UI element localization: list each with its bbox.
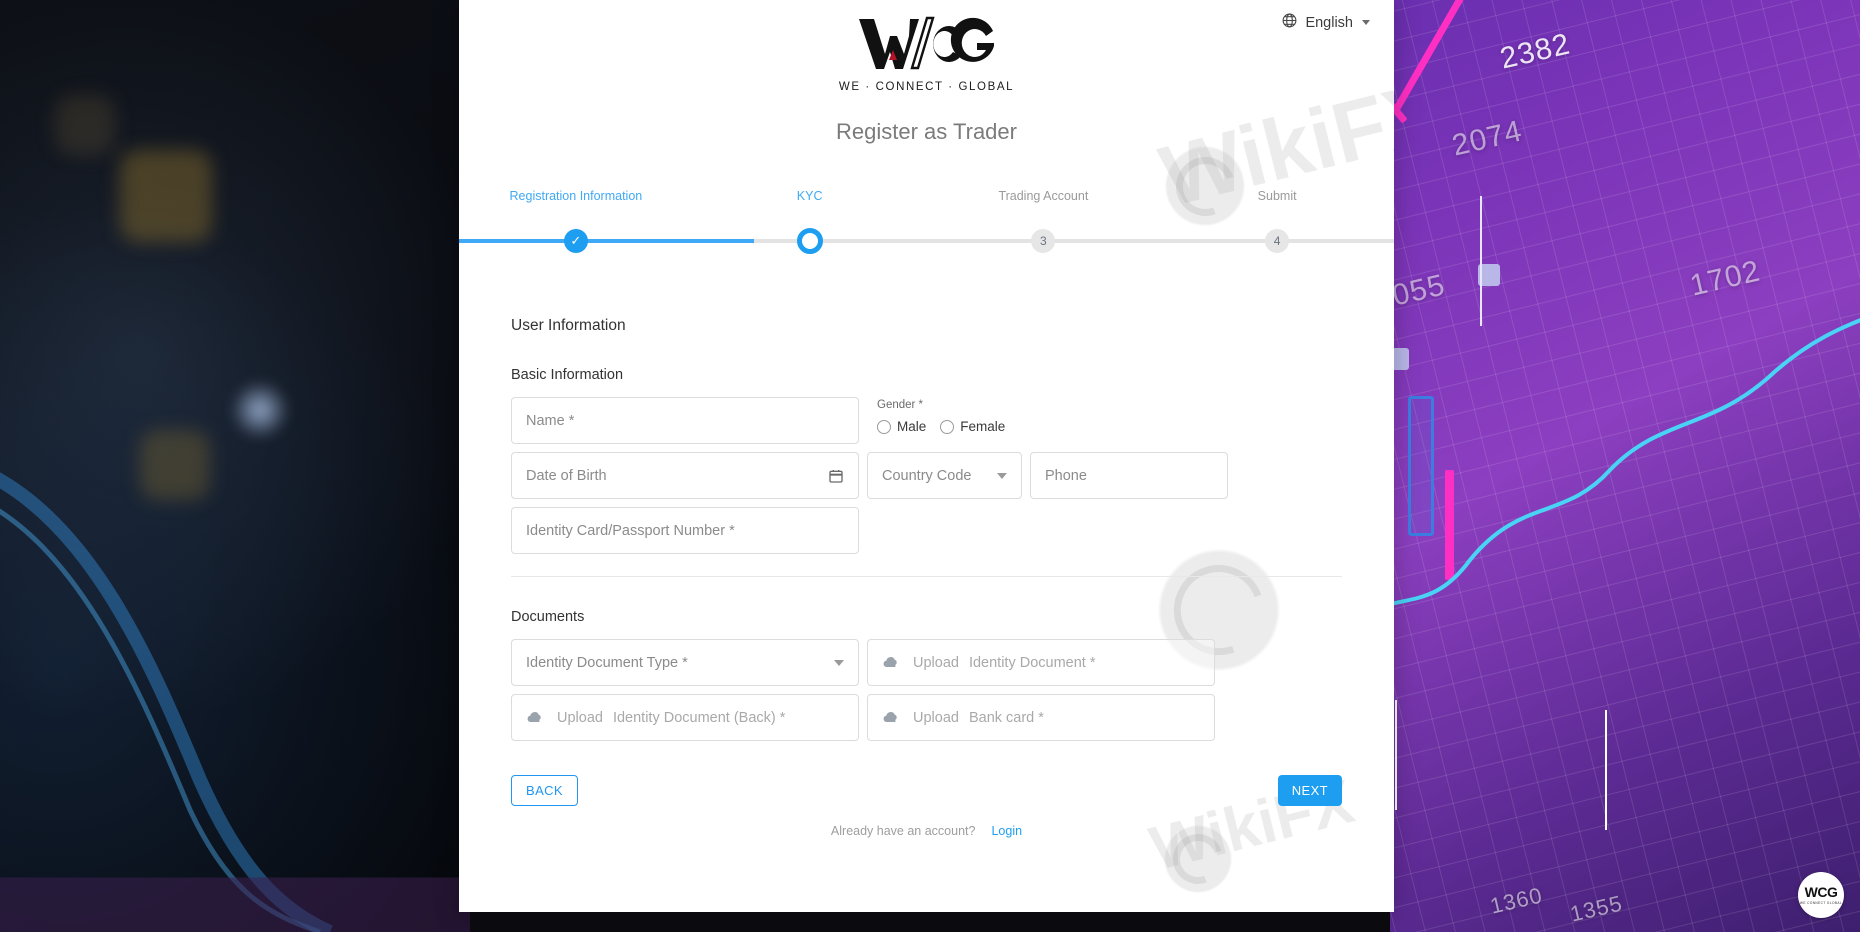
cloud-upload-icon: [882, 654, 899, 671]
brand-tagline: WE · CONNECT · GLOBAL: [838, 81, 1015, 93]
background-left-photo: [0, 0, 470, 932]
globe-icon: [1281, 12, 1298, 33]
page-title: Register as Trader: [836, 119, 1017, 144]
kyc-form: User Information Basic Information Name …: [459, 317, 1394, 806]
stepper-step-trading-account[interactable]: Trading Account 3: [927, 189, 1161, 259]
upload-bank-card[interactable]: Upload Bank card *: [867, 694, 1215, 741]
form-actions: BACK NEXT: [511, 775, 1342, 806]
gender-option-label: Male: [897, 419, 927, 434]
stepper-step-registration-information[interactable]: Registration Information ✓: [459, 189, 693, 259]
identity-number-input[interactable]: Identity Card/Passport Number *: [511, 507, 859, 554]
cloud-upload-icon: [882, 709, 899, 726]
form-row-dob-phone: Date of Birth Country Code Phone: [511, 452, 1342, 499]
next-button[interactable]: NEXT: [1277, 775, 1342, 806]
upload-word: Upload: [557, 709, 603, 726]
registration-stepper: Registration Information ✓ KYC Trading A…: [459, 189, 1394, 259]
gender-option-male[interactable]: Male: [877, 419, 926, 434]
section-title-user-information: User Information: [511, 317, 626, 334]
wcg-logo-mark: [857, 16, 997, 72]
country-code-placeholder: Country Code: [882, 467, 972, 484]
section-divider: [511, 576, 1342, 577]
chevron-down-icon: [834, 659, 844, 666]
chart-trend-line: [1390, 318, 1860, 607]
identity-document-type-select[interactable]: Identity Document Type *: [511, 639, 859, 686]
name-input[interactable]: Name *: [511, 397, 859, 444]
back-button[interactable]: BACK: [511, 775, 579, 806]
form-row-name-gender: Name * Gender * Male Female: [511, 397, 1342, 444]
login-link[interactable]: Login: [991, 824, 1022, 838]
section-title-documents: Documents: [511, 609, 585, 625]
background-right-chart: 2382 2074 1055 1702 1281 1101 1862 43 13…: [1390, 0, 1860, 932]
stepper-step-marker: [796, 228, 823, 254]
date-of-birth-input[interactable]: Date of Birth: [511, 452, 859, 499]
stepper-step-marker: 3: [1031, 229, 1056, 253]
stepper-step-label: Trading Account: [998, 189, 1089, 203]
stepper-step-label: KYC: [796, 189, 823, 203]
radio-icon[interactable]: [940, 419, 955, 434]
stepper-step-kyc[interactable]: KYC: [693, 189, 927, 259]
upload-word: Upload: [913, 654, 959, 671]
identity-document-type-placeholder: Identity Document Type *: [526, 654, 688, 671]
upload-identity-document-back[interactable]: Upload Identity Document (Back) *: [511, 694, 859, 741]
language-selector[interactable]: English: [1281, 12, 1370, 33]
brand-logo: WE · CONNECT · GLOBAL: [459, 0, 1394, 93]
upload-identity-document[interactable]: Upload Identity Document *: [867, 639, 1215, 686]
stepper-step-marker: 4: [1265, 229, 1290, 253]
footer-login-prompt: Already have an account? Login: [459, 824, 1394, 838]
gender-field: Gender * Male Female: [867, 397, 1005, 434]
stepper-step-submit[interactable]: Submit 4: [1160, 189, 1394, 259]
footer-prompt-text: Already have an account?: [830, 824, 976, 838]
background-left-curve: [0, 472, 470, 932]
wcg-floating-badge[interactable]: WCG WE CONNECT GLOBAL: [1798, 872, 1844, 918]
stepper-step-marker: ✓: [563, 229, 588, 253]
wcg-logo-icon: [858, 16, 994, 70]
chevron-down-icon: [1362, 20, 1370, 25]
calendar-icon[interactable]: [828, 468, 844, 484]
upload-identity-back-label: Identity Document (Back) *: [612, 709, 786, 726]
phone-input[interactable]: Phone: [1030, 452, 1228, 499]
gender-option-female[interactable]: Female: [940, 419, 1005, 434]
cloud-upload-icon: [526, 709, 543, 726]
section-title-basic-information: Basic Information: [511, 367, 624, 383]
wcg-badge-sub: WE CONNECT GLOBAL: [1799, 901, 1843, 905]
form-row-identity-back-bank: Upload Identity Document (Back) * Upload…: [511, 694, 1342, 741]
country-code-select[interactable]: Country Code: [867, 452, 1022, 499]
form-row-id-number: Identity Card/Passport Number *: [511, 507, 1342, 554]
stepper-step-label: Registration Information: [509, 189, 643, 203]
wcg-badge-text: WCG: [1804, 884, 1838, 900]
stepper-step-label: Submit: [1257, 189, 1297, 203]
gender-label: Gender *: [877, 399, 924, 411]
upload-bank-card-label: Bank card *: [968, 709, 1044, 726]
gender-option-label: Female: [960, 419, 1006, 434]
radio-icon[interactable]: [877, 419, 891, 434]
form-row-doc-type-identity: Identity Document Type * Upload Identity…: [511, 639, 1342, 686]
upload-identity-label: Identity Document *: [968, 654, 1096, 671]
upload-word: Upload: [913, 709, 959, 726]
chevron-down-icon: [997, 472, 1007, 479]
date-of-birth-placeholder: Date of Birth: [526, 467, 607, 484]
language-label: English: [1305, 14, 1353, 31]
registration-card: WikiFX WikiFX English WE · CONNECT · GLO…: [459, 0, 1394, 912]
